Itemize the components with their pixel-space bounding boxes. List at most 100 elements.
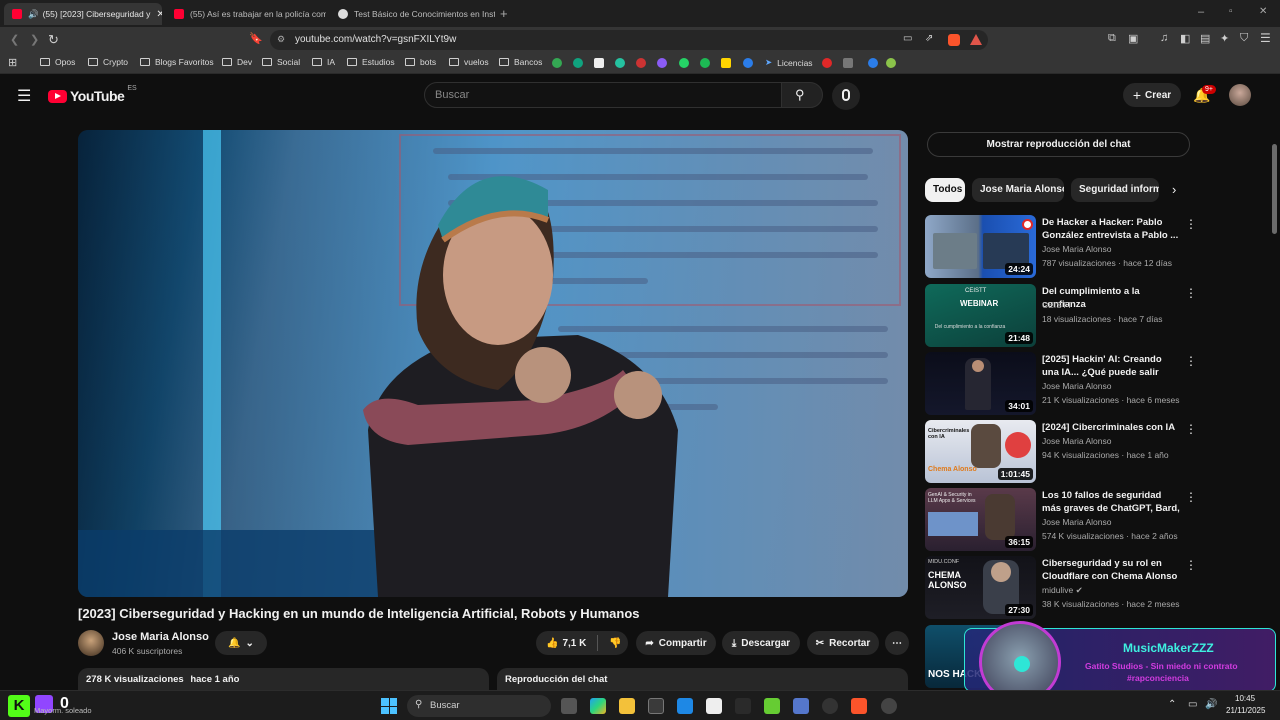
chip-all[interactable]: Todos [925,178,965,202]
tab-3[interactable]: Test Básico de Conocimientos en Inst [330,3,495,25]
brave-browser-icon[interactable] [851,698,867,714]
video-title[interactable]: Los 10 fallos de seguridad más graves de… [1042,489,1180,516]
channel-name[interactable]: Jose Maria Alonso [112,631,209,643]
youtube-logo[interactable]: YouTube ES [48,85,137,104]
recommended-video[interactable]: 24:24 De Hacker a Hacker: Pablo González… [925,215,1197,279]
bookmark-folder[interactable]: Dev [222,57,252,67]
more-vertical-icon[interactable]: ⋮ [1185,217,1197,231]
channel-name[interactable]: Jose Maria Alonso [1042,244,1111,254]
wallet-icon[interactable]: ▤ [1200,32,1210,45]
video-thumbnail[interactable]: Cibercriminales con IA Chema Alonso 1:01… [925,420,1036,483]
apps-grid-icon[interactable]: ⊞ [8,56,17,69]
search-button[interactable]: ⚲ [781,82,823,108]
more-vertical-icon[interactable]: ⋮ [1185,558,1197,572]
clock-time[interactable]: 10:45 [1235,694,1255,703]
video-thumbnail[interactable]: CEISTT WEBINAR Del cumplimiento a la con… [925,284,1036,347]
kick-icon[interactable]: K [8,695,30,717]
voice-search-button[interactable] [832,82,860,110]
video-title[interactable]: De Hacker a Hacker: Pablo González entre… [1042,216,1180,242]
spotify-icon[interactable] [700,58,710,68]
copilot-icon[interactable] [590,698,606,714]
video-thumbnail[interactable]: GenAI & Security in LLM Apps & Services … [925,488,1036,551]
file-explorer-icon[interactable] [619,698,635,714]
chatgpt-icon[interactable] [573,58,583,68]
channel-name[interactable]: Jose Maria Alonso [1042,436,1111,446]
recommended-video[interactable]: 34:01 [2025] Hackin' AI: Creando una IA.… [925,352,1197,416]
recommended-video[interactable]: MIDU.CONF CHEMA ALONSO 27:30 Ciberseguri… [925,556,1197,620]
close-tab-icon[interactable]: ✕ [150,9,162,20]
video-thumbnail[interactable]: 24:24 [925,215,1036,278]
minimize-button[interactable]: – [1198,6,1204,18]
bookmark-folder[interactable]: vuelos [449,57,489,67]
bookmark-site-icon[interactable] [615,58,625,68]
app-icon[interactable] [793,698,809,714]
leo-ai-icon[interactable]: ✦ [1220,32,1229,45]
reload-icon[interactable]: ↻ [48,32,59,48]
notion-icon[interactable] [594,58,604,68]
clock-date[interactable]: 21/11/2025 [1226,706,1265,715]
recommended-video[interactable]: GenAI & Security in LLM Apps & Services … [925,488,1197,552]
bookmark-folder[interactable]: Opos [40,57,75,67]
cast-icon[interactable]: ▭ [903,33,912,44]
like-button[interactable]: 👍 7,1 K [546,638,586,649]
vscode-icon[interactable] [677,698,693,714]
video-title[interactable]: [2025] Hackin' AI: Creando una IA... ¿Qu… [1042,353,1180,380]
channel-name[interactable]: CEISTT [1042,300,1072,310]
bookmark-site-icon[interactable] [743,58,753,68]
forward-icon[interactable]: ❯ [30,33,39,46]
close-window-button[interactable]: ✕ [1259,6,1267,17]
screenshot-icon[interactable]: ▣ [1128,32,1138,45]
share-button[interactable]: ➦ Compartir [636,631,716,655]
video-title[interactable]: Ciberseguridad y su rol en Cloudflare co… [1042,557,1180,584]
tab-2[interactable]: (55) Así es trabajar en la policía como [166,3,326,25]
app-icon[interactable] [735,698,751,714]
more-vertical-icon[interactable]: ⋮ [1185,422,1197,436]
bookmark-site-icon[interactable] [636,58,646,68]
back-icon[interactable]: ❮ [10,33,19,46]
brave-rewards-icon[interactable] [970,34,982,45]
site-settings-icon[interactable]: ⚙ [277,34,285,45]
page-scrollbar[interactable] [1272,144,1277,234]
search-input[interactable]: Buscar [424,82,782,108]
bookmark-site-icon[interactable] [886,58,896,68]
recommended-video[interactable]: CEISTT WEBINAR Del cumplimiento a la con… [925,284,1197,348]
more-vertical-icon[interactable]: ⋮ [1185,354,1197,368]
show-chat-replay-button[interactable]: Mostrar reproducción del chat [927,132,1190,157]
app-icon[interactable] [706,698,722,714]
more-vertical-icon[interactable]: ⋮ [1185,286,1197,300]
download-button[interactable]: ⤓ Descargar [722,631,800,655]
tray-chevron-icon[interactable]: ⌃ [1168,699,1176,710]
share-icon[interactable]: ⇗ [925,33,933,44]
bookmark-site-icon[interactable] [868,58,878,68]
channel-name[interactable]: Jose Maria Alonso [1042,517,1111,527]
maximize-button[interactable]: ▫ [1229,6,1233,17]
bookmark-folder[interactable]: bots [405,57,436,67]
create-button[interactable]: + Crear [1123,83,1181,107]
taskbar-search[interactable]: ⚲ Buscar [407,695,551,717]
video-player[interactable] [78,130,908,597]
chip-topic[interactable]: Seguridad informá [1071,178,1159,202]
music-icon[interactable]: ♫ [1160,32,1168,44]
clip-button[interactable]: ✂ Recortar [807,631,879,655]
store-icon[interactable] [648,698,664,714]
subscription-bell-button[interactable]: 🔔 ⌄ [215,631,267,655]
thumbs-down-icon[interactable]: 👎 [609,638,621,649]
chip-channel[interactable]: Jose Maria Alonso [972,178,1064,202]
whatsapp-icon[interactable] [679,58,689,68]
description-box[interactable]: 278 K visualizaciones hace 1 año [78,668,489,690]
url-bar[interactable]: ⚙ youtube.com/watch?v=gsnFXILYt9w [270,30,988,50]
channel-name[interactable]: Jose Maria Alonso [1042,381,1111,391]
menu-icon[interactable]: ☰ [1260,31,1271,45]
hamburger-menu-icon[interactable]: ☰ [17,86,31,106]
bookmark-folder[interactable]: Estudios [347,57,395,67]
more-actions-button[interactable]: ⋯ [885,631,909,655]
network-icon[interactable]: ▭ [1188,699,1197,710]
bookmark-folder[interactable]: Social [262,57,300,67]
chat-replay-panel[interactable]: Reproducción del chat [497,668,908,690]
chevron-right-icon[interactable]: › [1172,182,1176,197]
task-view-icon[interactable] [561,698,577,714]
vpn-icon[interactable]: ⛉ [1240,32,1248,45]
bookmark-site-icon[interactable] [843,58,853,68]
bookmark-licencias[interactable]: ➤ Licencias [765,57,813,68]
app-icon[interactable] [764,698,780,714]
